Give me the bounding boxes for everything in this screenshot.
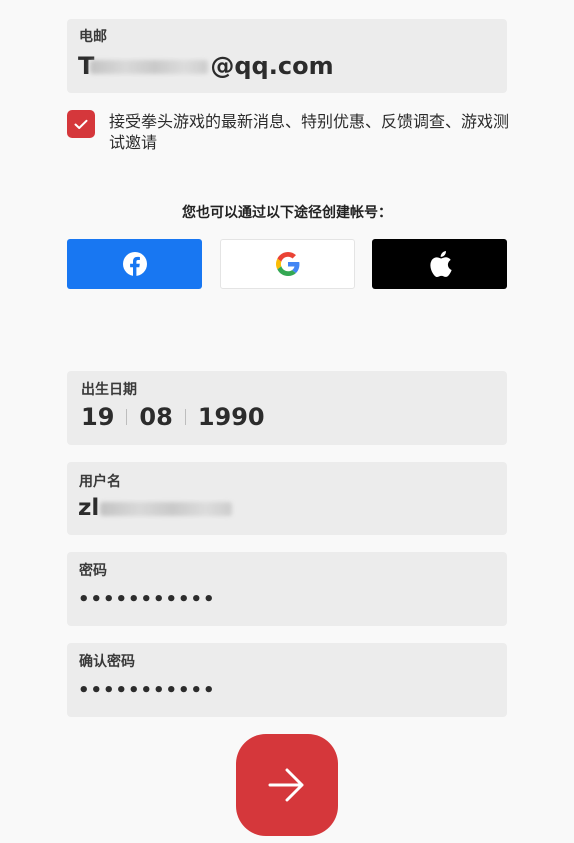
google-icon <box>275 252 299 276</box>
dob-divider <box>184 409 186 425</box>
submit-button[interactable] <box>236 734 338 836</box>
password-field[interactable]: 密码 ••••••••••• <box>67 552 507 626</box>
email-value: T @qq.com <box>78 52 334 80</box>
username-value-prefix: zl <box>78 495 100 521</box>
social-signup-heading: 您也可以通过以下途径创建帐号： <box>182 205 392 221</box>
username-value: zl <box>78 494 233 522</box>
apple-icon <box>429 251 452 278</box>
confirm-password-label: 确认密码 <box>79 654 135 670</box>
confirm-password-field[interactable]: 确认密码 ••••••••••• <box>67 643 507 717</box>
username-redacted <box>100 501 233 516</box>
password-value: ••••••••••• <box>78 589 216 610</box>
email-field[interactable]: 电邮 T @qq.com <box>67 19 507 93</box>
email-redacted <box>90 60 209 74</box>
consent-checkbox[interactable] <box>67 110 95 138</box>
confirm-password-value: ••••••••••• <box>78 680 216 701</box>
checkmark-icon <box>74 119 88 129</box>
dob-label: 出生日期 <box>81 382 137 398</box>
google-signup-button[interactable] <box>220 239 355 289</box>
facebook-signup-button[interactable] <box>67 239 202 289</box>
dob-month-input[interactable]: 08 <box>139 403 172 431</box>
username-field[interactable]: 用户名 zl <box>67 462 507 535</box>
dob-field: 出生日期 19 08 1990 <box>67 371 507 445</box>
arrow-right-icon <box>268 768 304 802</box>
email-label: 电邮 <box>79 29 107 45</box>
apple-signup-button[interactable] <box>372 239 507 289</box>
dob-day-input[interactable]: 19 <box>81 403 114 431</box>
dob-inputs: 19 08 1990 <box>81 403 265 431</box>
consent-text: 接受拳头游戏的最新消息、特别优惠、反馈调查、游戏测试邀请 <box>109 112 510 152</box>
dob-year-input[interactable]: 1990 <box>198 403 265 431</box>
dob-divider <box>126 409 128 425</box>
password-label: 密码 <box>79 563 107 579</box>
signup-form: 电邮 T @qq.com 接受拳头游戏的最新消息、特别优惠、反馈调查、游戏测试邀请… <box>0 0 574 843</box>
email-value-suffix: @qq.com <box>210 52 334 80</box>
facebook-icon <box>122 252 147 276</box>
username-label: 用户名 <box>79 474 121 490</box>
